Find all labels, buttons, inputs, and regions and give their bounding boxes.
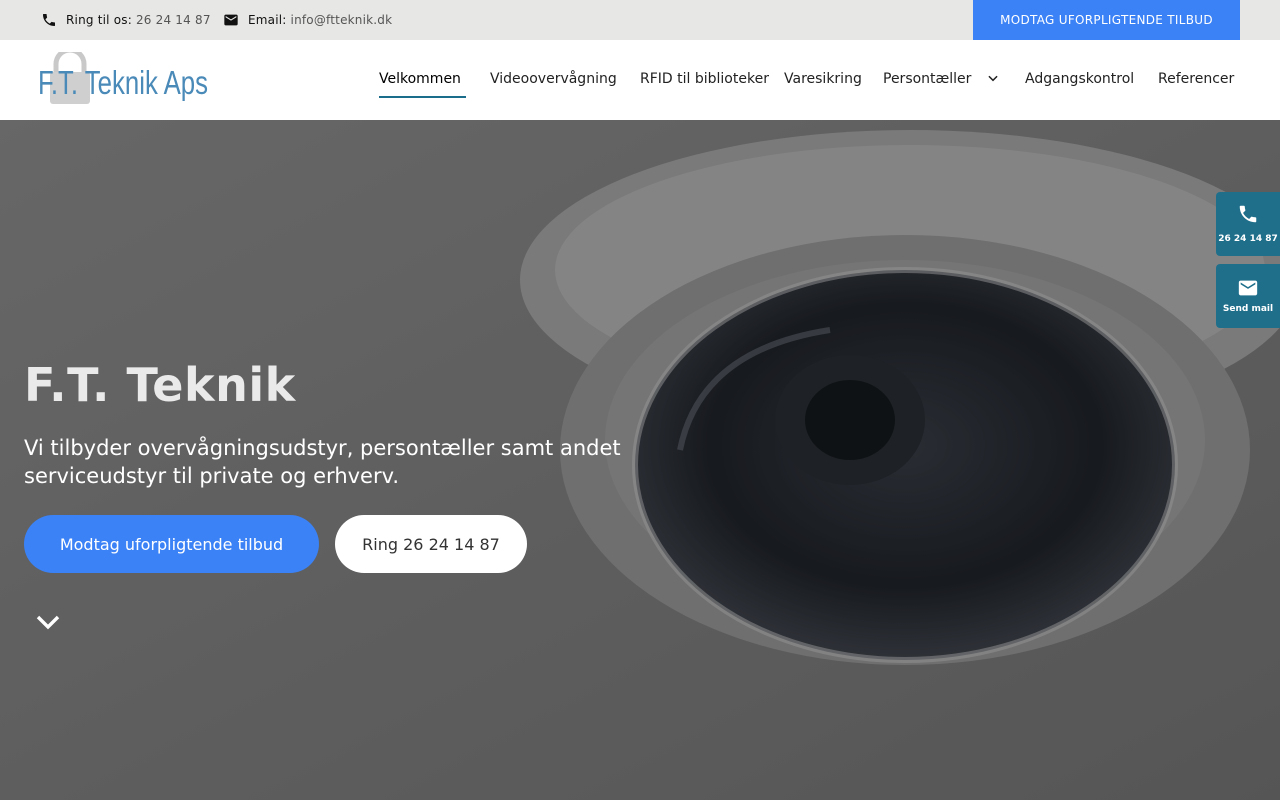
floating-mail-label: Send mail	[1222, 304, 1274, 314]
topbar-quote-button[interactable]: MODTAG UFORPLIGTENDE TILBUD	[973, 0, 1240, 40]
nav-velkommen[interactable]: Velkommen	[379, 71, 461, 87]
mail-icon	[224, 14, 238, 26]
site-logo[interactable]: F.T. Teknik Aps	[36, 47, 216, 108]
floating-phone-label: 26 24 14 87	[1218, 234, 1278, 244]
nav-persontaeller[interactable]: Persontæller	[883, 71, 1000, 87]
chevron-down-icon[interactable]	[34, 610, 62, 634]
hero-subtitle: Vi tilbyder overvågningsudstyr, persontæ…	[24, 436, 621, 488]
phone-icon	[43, 14, 55, 26]
top-bar: Ring til os: 26 24 14 87 Email: info@ftt…	[0, 0, 1280, 40]
floating-mail-button[interactable]: Send mail	[1216, 264, 1280, 328]
nav-videoovervaagning[interactable]: Videoovervågning	[490, 71, 617, 87]
hero-quote-button[interactable]: Modtag uforpligtende tilbud	[24, 515, 319, 573]
topbar-email-label: Email:	[248, 13, 287, 27]
mail-icon	[1238, 280, 1258, 296]
phone-icon	[1239, 205, 1257, 223]
topbar-phone[interactable]: Ring til os: 26 24 14 87	[41, 0, 211, 40]
topbar-email[interactable]: Email: info@ftteknik.dk	[223, 0, 392, 40]
logo-text: F.T. Teknik Aps	[38, 64, 208, 101]
nav-referencer[interactable]: Referencer	[1158, 71, 1234, 87]
nav-adgangskontrol[interactable]: Adgangskontrol	[1025, 71, 1134, 87]
nav-active-indicator	[379, 96, 466, 98]
nav-rfid[interactable]: RFID til biblioteker	[640, 71, 769, 87]
topbar-email-value[interactable]: info@ftteknik.dk	[291, 13, 393, 27]
hero-section: F.T. Teknik Vi tilbyder overvågningsudst…	[0, 120, 1280, 800]
hero-call-button[interactable]: Ring 26 24 14 87	[335, 515, 527, 573]
hero-title: F.T. Teknik	[24, 358, 296, 412]
nav-varesikring[interactable]: Varesikring	[784, 71, 862, 87]
floating-phone-button[interactable]: 26 24 14 87	[1216, 192, 1280, 256]
topbar-phone-value[interactable]: 26 24 14 87	[136, 13, 211, 27]
site-header: F.T. Teknik Aps Velkommen Videoovervågni…	[0, 40, 1280, 120]
chevron-down-icon	[988, 75, 998, 82]
topbar-phone-label: Ring til os:	[66, 13, 132, 27]
nav-persontaeller-label: Persontæller	[883, 71, 972, 87]
